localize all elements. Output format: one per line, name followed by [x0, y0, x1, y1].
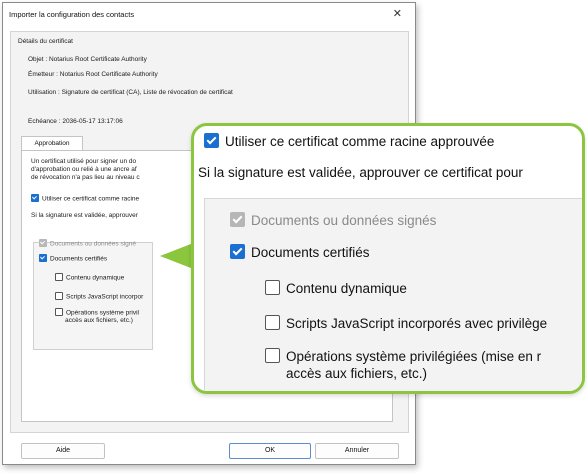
checkbox-empty-icon — [265, 279, 280, 295]
usage-field: Utilisation : Signature de certificat (C… — [28, 89, 233, 96]
zoom-signed-docs-label: Documents ou données signés — [251, 213, 437, 228]
zoom-trust-root-checkbox[interactable]: Utiliser ce certificat comme racine appr… — [204, 132, 495, 150]
zoom-os-ops-label-cont: accès aux fichiers, etc.) — [286, 366, 428, 381]
tab-approbation[interactable]: Approbation — [21, 136, 83, 151]
if-valid-label: Si la signature est validée, approuver — [31, 212, 138, 219]
certified-docs-checkbox[interactable]: Documents certifiés — [39, 254, 108, 263]
checkbox-check-icon — [39, 239, 47, 247]
signed-docs-label: Documents ou données signé — [50, 240, 137, 248]
section-label: Détails du certificat — [18, 38, 73, 45]
cancel-button[interactable]: Annuler — [315, 443, 399, 459]
checkbox-check-icon — [230, 211, 245, 227]
ok-button[interactable]: OK — [229, 443, 311, 459]
zoom-certified-docs-checkbox[interactable]: Documents certifiés — [230, 243, 370, 261]
zoom-js-scripts-checkbox[interactable]: Scripts JavaScript incorporés avec privi… — [265, 314, 548, 332]
js-scripts-label: Scripts JavaScript incorpor — [66, 293, 144, 301]
description-line: d'approbation ou relié à une ancre af — [31, 166, 137, 173]
issuer-field: Émetteur : Notarius Root Certificate Aut… — [28, 71, 158, 78]
help-button[interactable]: Aide — [21, 443, 105, 459]
zoom-dynamic-content-checkbox[interactable]: Contenu dynamique — [265, 279, 407, 297]
os-ops-label-cont: accès aux fichiers, etc.) — [65, 317, 133, 324]
zoom-os-ops-checkbox[interactable]: Opérations système privilégiées (mise en… — [265, 347, 542, 365]
checkbox-check-icon — [230, 243, 245, 259]
zoom-os-ops-label: Opérations système privilégiées (mise en… — [286, 349, 542, 364]
os-ops-label: Opérations système privil — [66, 309, 139, 317]
checkbox-check-icon — [39, 254, 47, 262]
subject-field: Objet : Notarius Root Certificate Author… — [28, 56, 147, 63]
js-scripts-checkbox[interactable]: Scripts JavaScript incorpor — [55, 292, 144, 301]
close-icon[interactable]: ✕ — [393, 7, 402, 20]
zoom-if-valid-label: Si la signature est validée, approuver c… — [198, 165, 523, 180]
expiry-field: Echéance : 2036-05-17 13:17:06 — [28, 118, 123, 125]
title-bar: Importer la configuration des contacts ✕ — [3, 3, 415, 29]
certified-docs-label: Documents certifiés — [50, 255, 108, 263]
zoom-js-scripts-label: Scripts JavaScript incorporés avec privi… — [286, 316, 548, 331]
dynamic-content-checkbox[interactable]: Contenu dynamique — [55, 273, 125, 282]
description-line: Un certificat utilisé pour signer un do — [31, 158, 137, 165]
zoom-signed-docs-checkbox: Documents ou données signés — [230, 211, 437, 229]
checkbox-check-icon — [31, 194, 39, 202]
checkbox-check-icon — [204, 132, 219, 148]
checkbox-empty-icon — [55, 273, 63, 281]
dynamic-content-label: Contenu dynamique — [66, 274, 125, 282]
zoom-trust-root-label: Utiliser ce certificat comme racine appr… — [225, 134, 495, 149]
zoom-certified-docs-label: Documents certifiés — [251, 245, 370, 260]
checkbox-empty-icon — [265, 314, 280, 330]
trust-root-label: Utiliser ce certificat comme racine — [42, 195, 140, 203]
signed-docs-checkbox: Documents ou données signé — [39, 239, 137, 248]
zoom-dynamic-content-label: Contenu dynamique — [286, 281, 407, 296]
os-ops-checkbox[interactable]: Opérations système privil — [55, 308, 139, 317]
trust-root-checkbox[interactable]: Utiliser ce certificat comme racine — [31, 194, 140, 203]
description-line: de révocation n'a pas lieu au niveau c — [31, 174, 140, 181]
dialog-title: Importer la configuration des contacts — [9, 10, 135, 19]
zoom-callout: Utiliser ce certificat comme racine appr… — [191, 123, 585, 394]
checkbox-empty-icon — [55, 292, 63, 300]
checkbox-empty-icon — [55, 308, 63, 316]
checkbox-empty-icon — [265, 347, 280, 363]
